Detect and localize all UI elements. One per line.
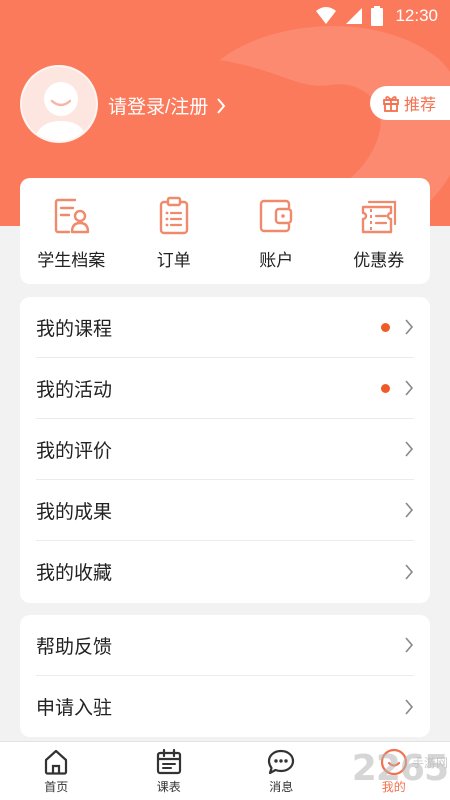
unread-dot (381, 383, 390, 393)
wifi-icon (316, 7, 337, 24)
quick-actions-card: 学生档案 订单 账户 优惠券 (20, 178, 430, 284)
chevron-right-icon (217, 97, 226, 114)
gift-icon (383, 96, 399, 112)
menu-item-label: 申请入驻 (36, 698, 113, 719)
menu-item-label: 帮助反馈 (36, 636, 113, 658)
support-card: 帮助反馈 申请入驻 (20, 615, 430, 737)
battery-icon (371, 6, 384, 26)
menu-item-my-activities[interactable]: 我的活动 (36, 358, 414, 419)
quick-action-label: 优惠券 (353, 251, 405, 270)
tab-label: 首页 (44, 780, 69, 794)
coupon-icon (361, 200, 396, 234)
menu-item-my-courses[interactable]: 我的课程 (36, 297, 414, 358)
login-register-link[interactable]: 请登录/注册 (108, 92, 226, 119)
chevron-right-icon (405, 380, 414, 396)
menu-item-label: 我的评价 (36, 440, 113, 462)
menu-item-help-feedback[interactable]: 帮助反馈 (36, 615, 414, 676)
status-bar: 12:30 (0, 0, 450, 34)
menu-item-my-favorites[interactable]: 我的收藏 (36, 541, 414, 602)
recommend-button[interactable]: 推荐 (370, 86, 450, 120)
quick-action-label: 账户 (259, 251, 294, 270)
menu-card: 我的课程 我的活动 我的评价 我的成果 我的收藏 (20, 297, 430, 603)
quick-action-account[interactable]: 账户 (225, 178, 328, 284)
site-watermark: 2265 手游网 (352, 748, 449, 789)
recommend-label: 推荐 (404, 97, 437, 114)
menu-item-label: 我的课程 (36, 318, 113, 340)
login-register-text: 请登录/注册 (108, 97, 209, 118)
chevron-right-icon (405, 698, 414, 715)
watermark-sub: 手游网 (411, 756, 448, 770)
menu-item-label: 我的收藏 (36, 563, 113, 584)
quick-action-label: 学生档案 (37, 251, 106, 270)
avatar[interactable] (20, 65, 98, 143)
tab-label: 消息 (269, 780, 294, 794)
menu-item-my-achievements[interactable]: 我的成果 (36, 480, 414, 541)
order-clipboard-icon (159, 196, 188, 235)
student-profile-icon (55, 198, 90, 234)
tab-home[interactable]: 首页 (0, 742, 113, 800)
tab-schedule[interactable]: 课表 (113, 742, 226, 800)
menu-item-label: 我的成果 (36, 501, 113, 523)
menu-item-my-reviews[interactable]: 我的评价 (36, 419, 414, 480)
wallet-icon (260, 199, 293, 233)
chevron-right-icon (405, 319, 414, 335)
menu-item-label: 我的活动 (36, 379, 113, 401)
quick-action-student-profile[interactable]: 学生档案 (20, 178, 123, 284)
quick-action-label: 订单 (156, 251, 191, 270)
tab-label: 课表 (156, 780, 181, 794)
tab-messages[interactable]: 消息 (225, 742, 338, 800)
status-time: 12:30 (395, 6, 438, 25)
home-icon (45, 749, 68, 775)
menu-item-apply-join[interactable]: 申请入驻 (36, 676, 414, 737)
chevron-right-icon (405, 637, 414, 653)
quick-action-coupons[interactable]: 优惠券 (328, 178, 431, 284)
signal-icon (346, 8, 363, 24)
quick-action-orders[interactable]: 订单 (123, 178, 226, 284)
calendar-icon (156, 748, 181, 775)
chevron-right-icon (405, 502, 414, 518)
unread-dot (381, 322, 390, 332)
message-icon (268, 749, 295, 775)
chevron-right-icon (405, 563, 414, 580)
chevron-right-icon (405, 441, 414, 457)
